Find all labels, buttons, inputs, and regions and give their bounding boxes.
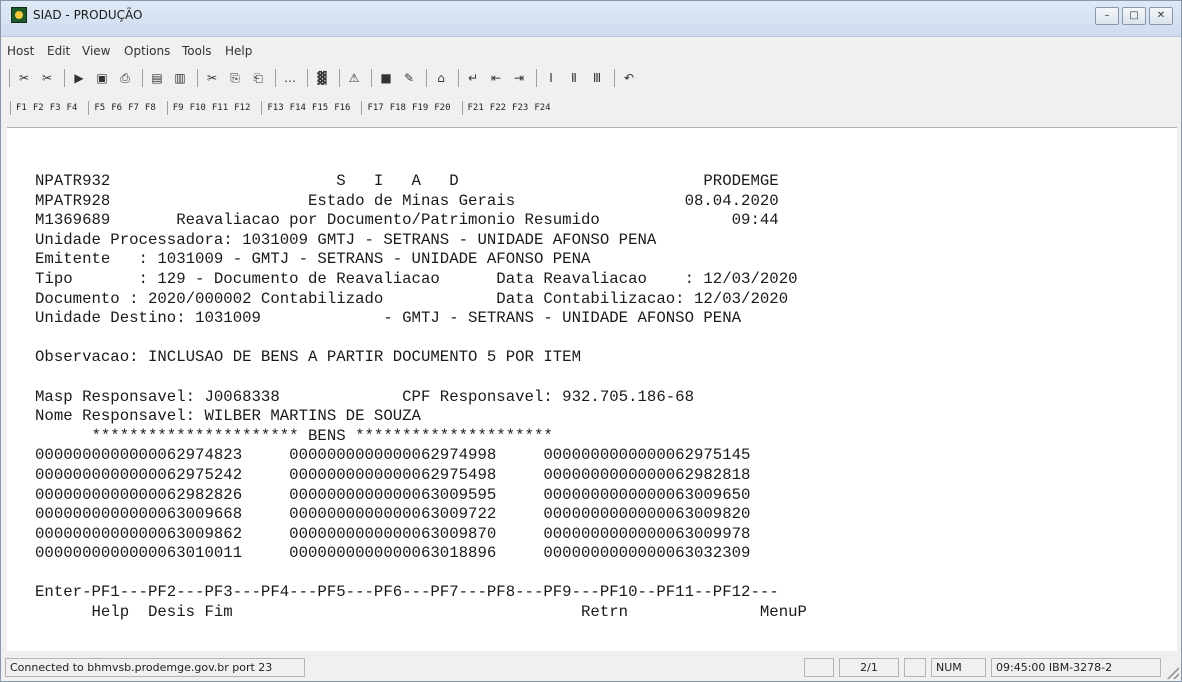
menu-host[interactable]: Host [7,44,34,58]
pf22-button[interactable]: F22 [490,103,506,113]
terminal-line: MPATR928 Estado de Minas Gerais 08.04.20… [35,191,779,210]
status-bar: Connected to bhmvsb.prodemge.gov.br port… [1,656,1181,681]
toolbar: ✂ ✂ ▶ ▣ ⎙ ▤ ▥ ✂ ⎘ ⎗ … ▓ ⚠ ■ ✎ ⌂ ↵ ⇤ ⇥ Ⅰ … [5,66,1177,90]
window-title: SIAD - PRODUÇÃO [33,8,143,22]
connection-status: Connected to bhmvsb.prodemge.gov.br port… [5,658,305,677]
pa3-icon[interactable]: Ⅲ [587,69,607,87]
app-icon [11,7,27,23]
enter-icon[interactable]: ↵ [463,69,483,87]
chart-icon[interactable]: ▓ [312,69,332,87]
terminal-line: 0000000000000063010011 00000000000000630… [35,544,751,563]
pf13-button[interactable]: F13 [267,103,283,113]
warning-icon[interactable]: ⚠ [344,69,364,87]
home-icon[interactable]: ⌂ [431,69,451,87]
close-button[interactable]: ✕ [1149,7,1173,25]
pf24-button[interactable]: F24 [534,103,550,113]
terminal-line: Observacao: INCLUSAO DE BENS A PARTIR DO… [35,348,582,367]
pf11-button[interactable]: F11 [212,103,228,113]
menu-options[interactable]: Options [124,44,170,58]
pf5-button[interactable]: F5 [94,103,105,113]
num-lock-indicator: NUM [931,658,986,677]
backtab-icon[interactable]: ⇤ [486,69,506,87]
pf4-button[interactable]: F4 [67,103,78,113]
menu-tools[interactable]: Tools [182,44,212,58]
terminal-text[interactable]: NPATR932 S I A D PRODEMGE MPATR928 Estado… [35,172,807,623]
screen-icon[interactable]: ■ [376,69,396,87]
terminal-line: 0000000000000063009668 00000000000000630… [35,505,751,524]
pa1-icon[interactable]: Ⅰ [541,69,561,87]
pf6-button[interactable]: F6 [111,103,122,113]
pf9-button[interactable]: F9 [173,103,184,113]
terminal-line: Unidade Processadora: 1031009 GMTJ - SET… [35,230,657,249]
terminal-line: Masp Responsavel: J0068338 CPF Responsav… [35,387,694,406]
pf15-button[interactable]: F15 [312,103,328,113]
pf-key-bar: F1 F2 F3 F4 F5 F6 F7 F8 F9 F10 F11 F12 F… [5,98,1177,118]
terminal-line: Emitente : 1031009 - GMTJ - SETRANS - UN… [35,250,591,269]
pf3-button[interactable]: F3 [50,103,61,113]
terminal-line: NPATR932 S I A D PRODEMGE [35,172,779,190]
terminal-line: Nome Responsavel: WILBER MARTINS DE SOUZ… [35,407,421,426]
menu-view[interactable]: View [82,44,110,58]
macro-icon[interactable]: ▶ [69,69,89,87]
pf7-button[interactable]: F7 [128,103,139,113]
terminal-line: ********************** BENS ************… [35,426,553,445]
terminal-line: Enter-PF1---PF2---PF3---PF4---PF5---PF6-… [35,583,779,602]
clock-terminal-type: 09:45:00 IBM-3278-2 [991,658,1161,677]
terminal-line: Help Desis Fim Retrn MenuP [35,603,807,622]
receive-icon[interactable]: ✂ [37,69,57,87]
resize-grip[interactable] [1167,667,1179,679]
pf1-button[interactable]: F1 [16,103,27,113]
pf2-button[interactable]: F2 [33,103,44,113]
terminal-line: M1369689 Reavaliacao por Documento/Patri… [35,211,779,230]
dots-icon[interactable]: … [280,69,300,87]
cut-icon[interactable]: ✂ [202,69,222,87]
pf23-button[interactable]: F23 [512,103,528,113]
title-bar: SIAD - PRODUÇÃO – □ ✕ [1,1,1181,37]
copy-icon[interactable]: ⎘ [225,69,245,87]
pf16-button[interactable]: F16 [334,103,350,113]
pf10-button[interactable]: F10 [190,103,206,113]
status-blank [804,658,834,677]
menu-bar: Host Edit View Options Tools Help [1,44,1181,62]
undo-icon[interactable]: ↶ [619,69,639,87]
pf8-button[interactable]: F8 [145,103,156,113]
pa2-icon[interactable]: Ⅱ [564,69,584,87]
new-session-icon[interactable]: ▤ [147,69,167,87]
menu-edit[interactable]: Edit [47,44,70,58]
pf18-button[interactable]: F18 [390,103,406,113]
terminal-line: Unidade Destino: 1031009 - GMTJ - SETRAN… [35,309,742,328]
maximize-button[interactable]: □ [1122,7,1146,25]
transfer-icon[interactable]: ▣ [92,69,112,87]
terminal-screen[interactable]: NPATR932 S I A D PRODEMGE MPATR928 Estado… [7,127,1177,651]
paste-icon[interactable]: ⎗ [248,69,268,87]
terminal-line: 0000000000000063009862 00000000000000630… [35,524,751,543]
pf17-button[interactable]: F17 [367,103,383,113]
pen-icon[interactable]: ✎ [399,69,419,87]
terminal-line: 0000000000000062982826 00000000000000630… [35,485,751,504]
status-blank-2 [904,658,926,677]
open-session-icon[interactable]: ▥ [170,69,190,87]
pf12-button[interactable]: F12 [234,103,250,113]
pf14-button[interactable]: F14 [290,103,306,113]
terminal-line: Tipo : 129 - Documento de Reavaliacao Da… [35,269,798,288]
send-icon[interactable]: ✂ [14,69,34,87]
page-indicator: 2/1 [839,658,899,677]
tab-icon[interactable]: ⇥ [509,69,529,87]
terminal-line: 0000000000000062974823 00000000000000629… [35,446,751,465]
terminal-line: 0000000000000062975242 00000000000000629… [35,465,751,484]
application-window: SIAD - PRODUÇÃO – □ ✕ Host Edit View Opt… [0,0,1182,682]
pf19-button[interactable]: F19 [412,103,428,113]
menu-help[interactable]: Help [225,44,252,58]
terminal-line: Documento : 2020/000002 Contabilizado Da… [35,289,789,308]
minimize-button[interactable]: – [1095,7,1119,25]
print-icon[interactable]: ⎙ [115,69,135,87]
pf21-button[interactable]: F21 [468,103,484,113]
pf20-button[interactable]: F20 [434,103,450,113]
